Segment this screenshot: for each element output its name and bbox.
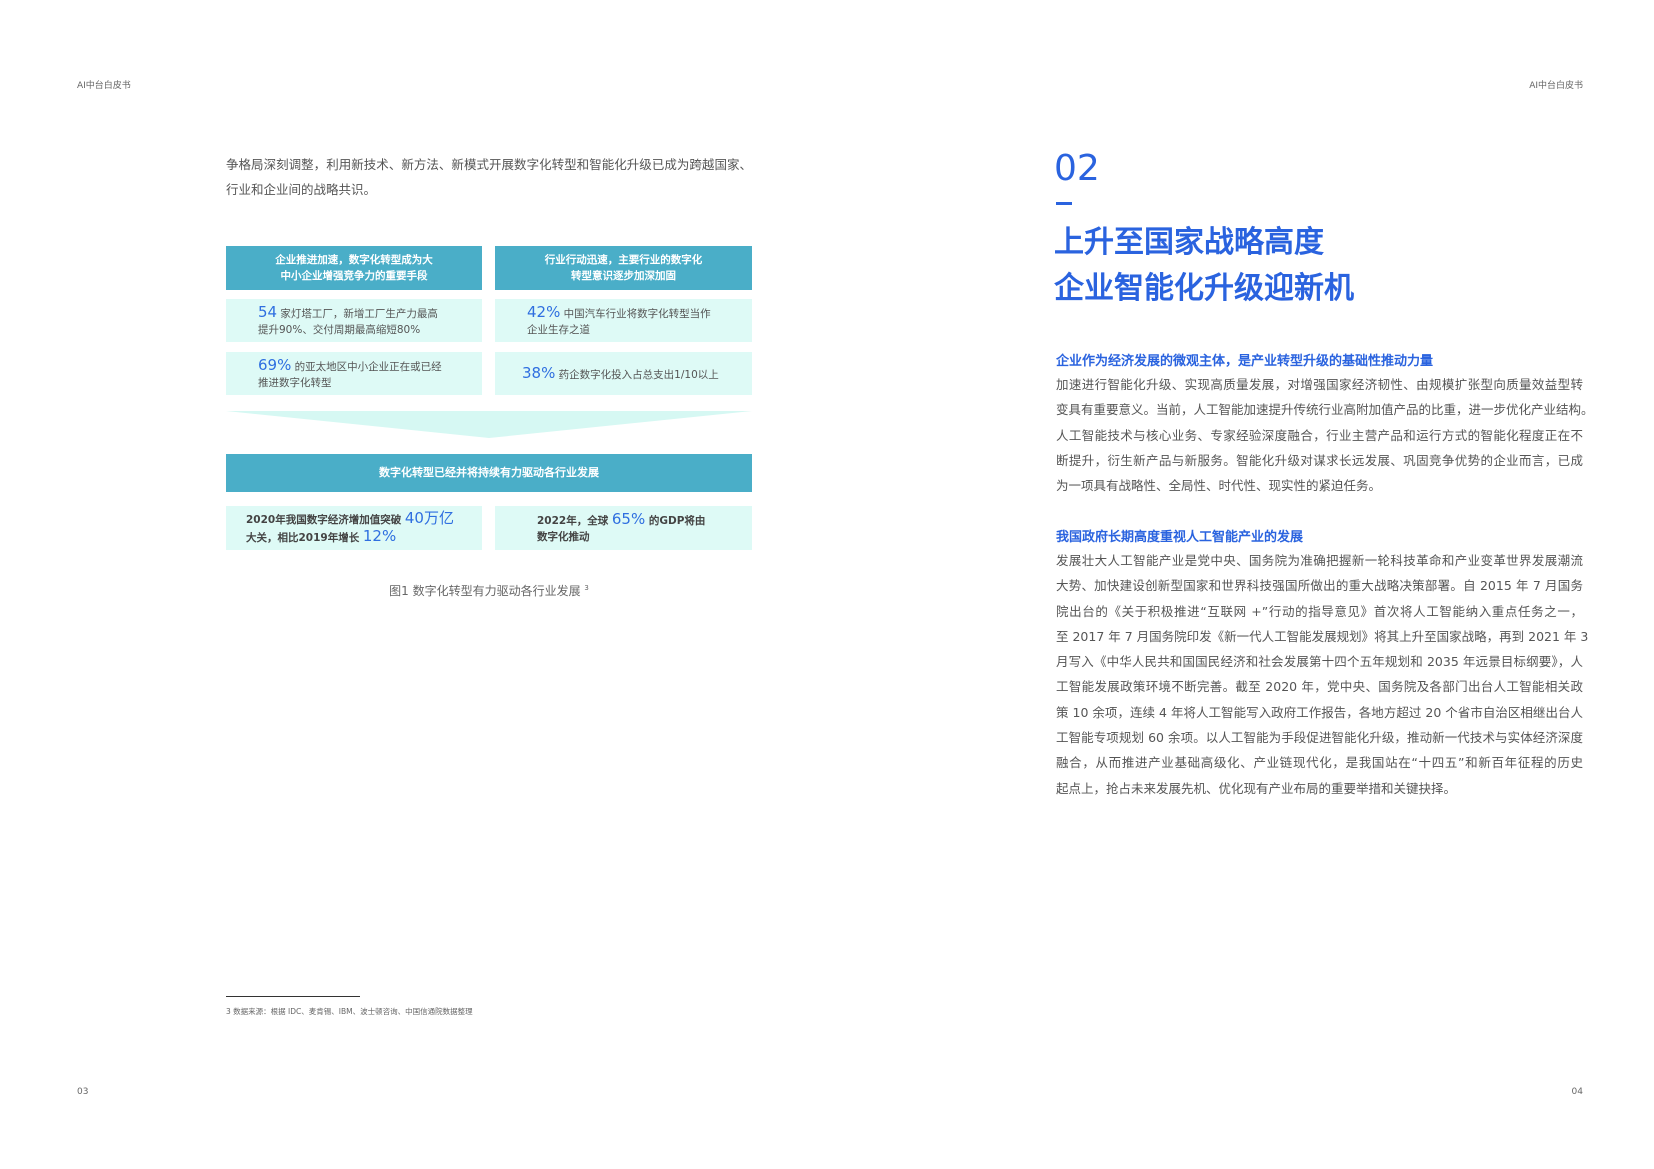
text-line: 工智能专项规划 60 余项。以人工智能为手段促进智能化升级，推动新一代技术与实体… <box>1056 730 1583 746</box>
header-line: 企业推进加速，数字化转型成为大 <box>275 254 433 266</box>
stat-box-pharma: 38% 药企数字化投入占总支出1/10以上 <box>495 352 752 395</box>
section-title: 上升至国家战略高度 企业智能化升级迎新机 <box>1054 220 1354 312</box>
page-number-right: 04 <box>1571 1087 1583 1097</box>
stat-text: 推进数字化转型 <box>258 376 332 389</box>
stat-text: 的GDP将由 <box>645 515 706 527</box>
text-line: 加速进行智能化升级、实现高质量发展，对增强国家经济韧性、由规模扩张型向质量效益型… <box>1056 377 1583 392</box>
text-line: 院出台的《关于积极推进“互联网 +”行动的指导意见》首次将人工智能纳入重点任务之… <box>1056 603 1583 619</box>
text-line: 行业和企业间的战略共识。 <box>226 182 377 197</box>
stat-text: 2022年，全球 <box>537 515 612 527</box>
intro-paragraph: 争格局深刻调整，利用新技术、新方法、新模式开展数字化转型和智能化升级已成为跨越国… <box>226 152 752 202</box>
stat-text: 大关，相比2019年增长 <box>246 532 363 544</box>
stat-box-smes: 69% 的亚太地区中小企业正在或已经推进数字化转型 <box>226 352 482 395</box>
stat-text: 2020年我国数字经济增加值突破 <box>246 514 405 526</box>
column-header-enterprise: 企业推进加速，数字化转型成为大 中小企业增强竞争力的重要手段 <box>226 246 482 290</box>
stat-number: 40万亿 <box>404 509 454 527</box>
running-header-left: AI中台白皮书 <box>77 81 131 91</box>
text-line: 月写入《中华人民共和国国民经济和社会发展第十四个五年规划和 2035 年远景目标… <box>1056 654 1583 670</box>
stat-box-digital-economy: 2020年我国数字经济增加值突破 40万亿大关，相比2019年增长 12% <box>226 506 482 550</box>
subheading-1: 企业作为经济发展的微观主体，是产业转型升级的基础性推动力量 <box>1056 354 1434 369</box>
stat-text: 的亚太地区中小企业正在或已经 <box>291 360 442 373</box>
stat-text: 药企数字化投入占总支出1/10以上 <box>555 368 719 381</box>
text-line: 人工智能技术与核心业务、专家经验深度融合，行业主营产品和运行方式的智能化程度正在… <box>1056 427 1583 443</box>
header-line: 转型意识逐步加深加固 <box>571 270 676 282</box>
running-header-right: AI中台白皮书 <box>1529 81 1583 91</box>
stat-number: 38% <box>522 363 556 382</box>
title-line: 企业智能化升级迎新机 <box>1054 271 1354 306</box>
stat-number: 12% <box>362 527 397 545</box>
text-line: 发展壮大人工智能产业是党中央、国务院为准确把握新一轮科技革命和产业变革世界发展潮… <box>1056 553 1583 568</box>
title-line: 上升至国家战略高度 <box>1054 225 1324 260</box>
stat-number: 65% <box>611 510 646 528</box>
stat-box-gdp: 2022年，全球 65% 的GDP将由数字化推动 <box>495 506 752 550</box>
footnote: 3 数据来源：根据 IDC、麦肯锡、IBM、波士顿咨询、中国信通院数据整理 <box>226 1007 473 1016</box>
column-header-industry: 行业行动迅速，主要行业的数字化 转型意识逐步加深加固 <box>495 246 752 290</box>
header-line: 行业行动迅速，主要行业的数字化 <box>544 254 703 266</box>
stat-text: 中国汽车行业将数字化转型当作 <box>560 307 711 320</box>
paragraph-2: 发展壮大人工智能产业是党中央、国务院为准确把握新一轮科技革命和产业变革世界发展潮… <box>1056 548 1589 801</box>
footnote-divider <box>226 996 360 997</box>
stat-number: 69% <box>258 355 292 374</box>
footnote-ref[interactable]: 3 <box>584 584 588 592</box>
text-line: 大势、加快建设创新型国家和世界科技强国所做出的重大战略决策部署。自 2015 年… <box>1056 578 1583 594</box>
summary-banner: 数字化转型已经并将持续有力驱动各行业发展 <box>226 454 752 492</box>
text-line: 工智能发展政策环境不断完善。截至 2020 年，党中央、国务院及各部门出台人工智… <box>1056 679 1583 695</box>
down-arrow-icon <box>226 411 752 438</box>
paragraph-1: 加速进行智能化升级、实现高质量发展，对增强国家经济韧性、由规模扩张型向质量效益型… <box>1056 372 1594 498</box>
stat-number: 42% <box>527 302 561 321</box>
document-spread: AI中台白皮书 AI中台白皮书 争格局深刻调整，利用新技术、新方法、新模式开展数… <box>0 0 1654 1169</box>
page-number-left: 03 <box>77 1087 89 1097</box>
text-line: 至 2017 年 7 月国务院印发《新一代人工智能发展规划》将其上升至国家战略，… <box>1056 628 1589 644</box>
stat-text: 数字化推动 <box>537 531 590 543</box>
stat-box-lighthouse: 54 家灯塔工厂，新增工厂生产力最高提升90%、交付周期最高缩短80% <box>226 299 482 342</box>
text-line: 融合，从而推进产业基础高级化、产业链现代化，是我国站在“十四五”和新百年征程的历… <box>1056 755 1583 771</box>
section-dash <box>1056 202 1072 205</box>
text-line: 争格局深刻调整，利用新技术、新方法、新模式开展数字化转型和智能化升级已成为跨越国… <box>226 157 752 172</box>
header-line: 中小企业增强竞争力的重要手段 <box>280 270 428 282</box>
stat-text: 家灯塔工厂，新增工厂生产力最高 <box>277 307 438 320</box>
stat-box-auto: 42% 中国汽车行业将数字化转型当作企业生存之道 <box>495 299 752 342</box>
text-line: 起点上，抢占未来发展先机、优化现有产业布局的重要举措和关键抉择。 <box>1056 780 1457 796</box>
section-number: 02 <box>1054 148 1100 189</box>
text-line: 为一项具有战略性、全局性、时代性、现实性的紧迫任务。 <box>1056 478 1382 494</box>
subheading-2: 我国政府长期高度重视人工智能产业的发展 <box>1056 530 1304 545</box>
figure-caption: 图1 数字化转型有力驱动各行业发展 3 <box>226 582 752 599</box>
stat-text: 提升90%、交付周期最高缩短80% <box>258 323 421 336</box>
stat-text: 企业生存之道 <box>527 323 590 336</box>
stat-number: 54 <box>258 302 278 321</box>
caption-text: 图1 数字化转型有力驱动各行业发展 <box>389 584 585 598</box>
text-line: 策 10 余项，连续 4 年将人工智能写入政府工作报告，各地方超过 20 个省市… <box>1056 704 1583 720</box>
text-line: 变具有重要意义。当前，人工智能加速提升传统行业高附加值产品的比重，进一步优化产业… <box>1056 402 1594 418</box>
text-line: 断提升，衍生新产品与新服务。智能化升级对谋求长远发展、巩固竞争优势的企业而言，已… <box>1056 452 1583 468</box>
